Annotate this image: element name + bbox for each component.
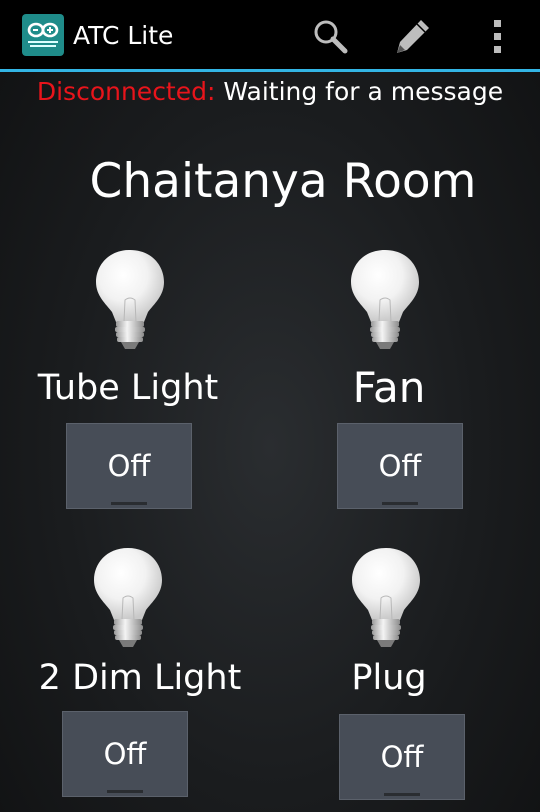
toggle-button-label: Off — [380, 740, 424, 774]
overflow-menu-icon[interactable] — [478, 16, 518, 56]
action-bar: ATC Lite — [0, 0, 540, 70]
toggle-button-label: Off — [103, 737, 147, 771]
button-indicator — [111, 502, 147, 505]
status-message: Waiting for a message — [223, 77, 504, 106]
device-label-plug: Plug — [351, 658, 427, 698]
toggle-button-label: Off — [107, 449, 151, 483]
lightbulb-icon — [92, 546, 164, 650]
action-bar-divider — [0, 69, 540, 72]
toggle-button-tube-light[interactable]: Off — [66, 423, 192, 509]
toggle-button-fan[interactable]: Off — [337, 423, 463, 509]
lightbulb-icon — [350, 546, 422, 650]
arduino-logo-icon — [27, 22, 59, 47]
toggle-button-plug[interactable]: Off — [339, 714, 465, 800]
device-label-2-dim-light: 2 Dim Light — [38, 658, 242, 698]
lightbulb-icon — [349, 248, 421, 352]
search-icon[interactable] — [310, 16, 350, 56]
status-state: Disconnected: — [36, 77, 216, 106]
pencil-icon[interactable] — [393, 16, 433, 56]
button-indicator — [384, 793, 420, 796]
connection-status: Disconnected: Waiting for a message — [0, 76, 540, 108]
lightbulb-icon — [94, 248, 166, 352]
button-indicator — [382, 502, 418, 505]
app-logo[interactable] — [22, 14, 64, 56]
toggle-button-label: Off — [378, 449, 422, 483]
device-label-tube-light: Tube Light — [37, 368, 219, 408]
app-screen: ATC Lite Disconnected: Waiting for a mes… — [0, 0, 540, 812]
room-title: Chaitanya Room — [89, 154, 477, 209]
button-indicator — [107, 790, 143, 793]
toggle-button-2-dim-light[interactable]: Off — [62, 711, 188, 797]
device-label-fan: Fan — [352, 363, 426, 412]
app-title: ATC Lite — [73, 21, 174, 50]
